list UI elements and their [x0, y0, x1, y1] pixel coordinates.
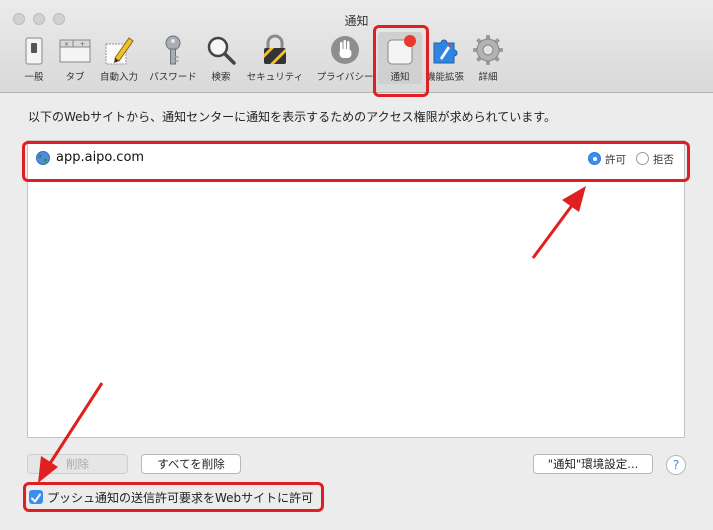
site-list[interactable]: app.aipo.com 許可 拒否	[27, 140, 685, 438]
titlebar: 通知 一般 × + タブ 自動入力 パスワード 検索 セキュリティ プライバシー…	[0, 0, 713, 93]
toolbar-notifications[interactable]: 通知	[378, 32, 422, 84]
push-permission-checkbox[interactable]	[29, 490, 43, 504]
globe-icon	[36, 151, 50, 165]
window-title: 通知	[344, 14, 369, 28]
checkmark-icon	[31, 493, 41, 503]
gear-icon	[473, 35, 503, 65]
toolbar-autofill[interactable]: 自動入力	[96, 32, 142, 84]
allow-radio[interactable]	[588, 152, 601, 165]
toolbar-passwords[interactable]: パスワード	[144, 32, 202, 84]
notification-preferences-button[interactable]: "通知"環境設定...	[533, 454, 653, 474]
svg-text:×: ×	[64, 41, 69, 48]
toolbar-tabs[interactable]: × + タブ	[55, 32, 95, 84]
tabs-icon: × +	[59, 39, 91, 63]
toolbar-security[interactable]: セキュリティ	[243, 32, 307, 84]
site-row[interactable]: app.aipo.com 許可 拒否	[28, 141, 684, 175]
lock-icon	[264, 34, 286, 64]
pencil-icon	[105, 37, 134, 65]
permission-description: 以下のWebサイトから、通知センターに通知を表示するためのアクセス権限が求められ…	[28, 110, 557, 124]
toolbar-privacy[interactable]: プライバシー	[313, 32, 377, 84]
hand-icon	[331, 36, 359, 64]
allow-radio-label[interactable]: 許可	[605, 152, 626, 167]
deny-radio[interactable]	[636, 152, 649, 165]
push-permission-label[interactable]: プッシュ通知の送信許可要求をWebサイトに許可	[47, 489, 313, 506]
notification-icon	[387, 35, 416, 65]
svg-text:+: +	[80, 41, 85, 48]
search-icon	[207, 36, 236, 65]
toolbar-search[interactable]: 検索	[203, 32, 239, 84]
switch-icon	[25, 37, 43, 65]
toolbar-extensions[interactable]: 機能拡張	[423, 32, 467, 84]
preferences-window: 通知 一般 × + タブ 自動入力 パスワード 検索 セキュリティ プライバシー…	[0, 0, 713, 530]
site-name: app.aipo.com	[56, 150, 145, 165]
puzzle-icon	[433, 39, 458, 64]
toolbar-advanced[interactable]: 詳細	[468, 32, 508, 84]
key-icon	[165, 35, 181, 65]
toolbar-general[interactable]: 一般	[14, 32, 54, 84]
remove-all-button[interactable]: すべてを削除	[141, 454, 241, 474]
deny-radio-label[interactable]: 拒否	[653, 152, 674, 167]
remove-button[interactable]: 削除	[27, 454, 128, 474]
help-button[interactable]: ?	[666, 455, 686, 475]
